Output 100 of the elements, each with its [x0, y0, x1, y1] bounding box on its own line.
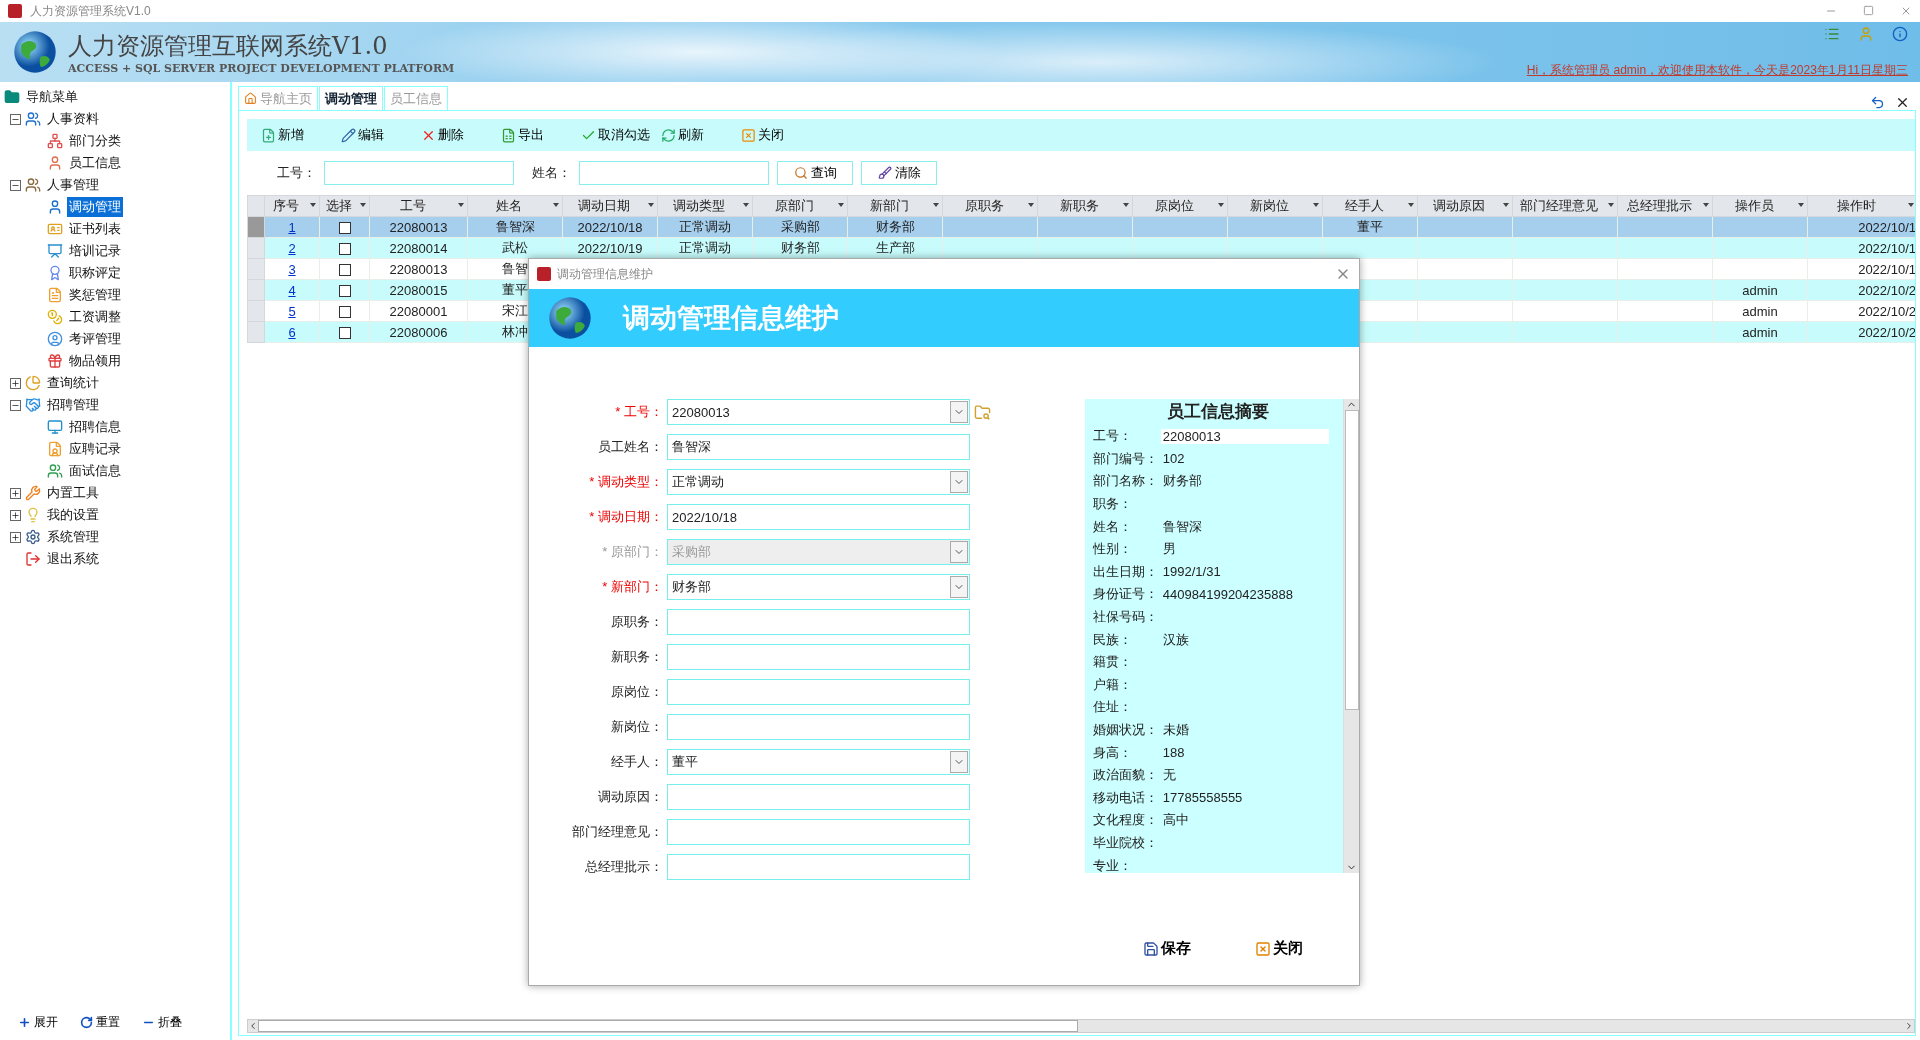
tree-item[interactable]: 证书列表: [67, 219, 123, 239]
column-header[interactable]: 调动原因: [1417, 195, 1513, 217]
scroll-right-icon[interactable]: [1904, 1021, 1914, 1031]
tree-item[interactable]: 我的设置: [45, 505, 101, 525]
close-icon[interactable]: [1895, 95, 1910, 110]
toolbar-button[interactable]: 取消勾选: [581, 126, 661, 144]
row-header[interactable]: [247, 321, 265, 343]
column-header[interactable]: 原部门: [752, 195, 848, 217]
input-field[interactable]: [667, 819, 970, 845]
tree-item[interactable]: 奖惩管理: [67, 285, 123, 305]
restore-icon[interactable]: [1863, 5, 1874, 16]
column-header[interactable]: 新岗位: [1227, 195, 1323, 217]
vertical-scrollbar[interactable]: [1343, 399, 1359, 873]
row-header[interactable]: [247, 300, 265, 322]
tree-item[interactable]: 系统管理: [45, 527, 101, 547]
checkbox[interactable]: [338, 243, 351, 256]
dialog-button[interactable]: 关闭: [1249, 938, 1309, 959]
tree-item[interactable]: 人事管理: [45, 175, 101, 195]
footer-button[interactable]: 展开: [18, 1013, 58, 1031]
column-header[interactable]: 新职务: [1037, 195, 1133, 217]
user-icon[interactable]: [1858, 26, 1874, 42]
expand-icon[interactable]: [10, 509, 21, 521]
checkbox[interactable]: [338, 285, 351, 298]
undo-icon[interactable]: [1870, 95, 1885, 110]
checkbox[interactable]: [338, 222, 351, 235]
input-field[interactable]: [667, 644, 970, 670]
row-header[interactable]: [247, 237, 265, 259]
scroll-left-icon[interactable]: [248, 1021, 258, 1031]
column-header[interactable]: 操作员: [1712, 195, 1808, 217]
toolbar-button[interactable]: 刷新: [661, 126, 741, 144]
search-button[interactable]: 查询: [777, 161, 853, 185]
dropdown-icon[interactable]: [950, 471, 968, 493]
input-field[interactable]: 2022/10/18: [667, 504, 970, 530]
tree-item[interactable]: 应聘记录: [67, 439, 123, 459]
dialog-button[interactable]: 保存: [1137, 938, 1197, 959]
search-field[interactable]: [324, 161, 514, 185]
folder-search-icon[interactable]: [974, 403, 991, 421]
tree-item[interactable]: 内置工具: [45, 483, 101, 503]
info-icon[interactable]: [1892, 26, 1908, 42]
input-field[interactable]: 鲁智深: [667, 434, 970, 460]
tree-item[interactable]: 招聘管理: [45, 395, 101, 415]
input-field[interactable]: [667, 784, 970, 810]
horizontal-scrollbar[interactable]: [247, 1019, 1915, 1033]
toolbar-button[interactable]: 关闭: [741, 126, 821, 144]
column-header[interactable]: 姓名: [467, 195, 563, 217]
collapse-icon[interactable]: [10, 179, 21, 191]
tree-item[interactable]: 查询统计: [45, 373, 101, 393]
expand-icon[interactable]: [10, 487, 21, 499]
row-number-link[interactable]: 1: [288, 219, 296, 235]
tree-item[interactable]: 考评管理: [67, 329, 123, 349]
column-header[interactable]: 序号: [264, 195, 320, 217]
tree-item[interactable]: 招聘信息: [67, 417, 123, 437]
dropdown-icon[interactable]: [950, 751, 968, 773]
row-header[interactable]: [247, 216, 265, 238]
dropdown-icon[interactable]: [950, 401, 968, 423]
list-icon[interactable]: [1824, 26, 1840, 42]
tree-item[interactable]: 调动管理: [67, 197, 123, 217]
column-header[interactable]: 部门经理意见: [1512, 195, 1618, 217]
combo-box[interactable]: 正常调动: [667, 469, 970, 495]
column-header[interactable]: 原岗位: [1132, 195, 1228, 217]
column-header[interactable]: 经手人: [1322, 195, 1418, 217]
tree-item[interactable]: 部门分类: [67, 131, 123, 151]
toolbar-button[interactable]: 编辑: [341, 126, 421, 144]
column-header[interactable]: 调动类型: [657, 195, 753, 217]
combo-box[interactable]: 22080013: [667, 399, 970, 425]
tree-item[interactable]: 面试信息: [67, 461, 123, 481]
checkbox[interactable]: [338, 327, 351, 340]
dropdown-icon[interactable]: [950, 576, 968, 598]
footer-button[interactable]: 折叠: [142, 1013, 182, 1031]
tree-item[interactable]: 物品领用: [67, 351, 123, 371]
search-button[interactable]: 清除: [861, 161, 937, 185]
column-header[interactable]: 新部门: [847, 195, 943, 217]
combo-box[interactable]: 财务部: [667, 574, 970, 600]
checkbox[interactable]: [338, 264, 351, 277]
expand-icon[interactable]: [10, 531, 21, 543]
input-field[interactable]: [667, 609, 970, 635]
tree-item[interactable]: 人事资料: [45, 109, 101, 129]
row-number-link[interactable]: 3: [288, 261, 296, 277]
tree-item[interactable]: 员工信息: [67, 153, 123, 173]
collapse-icon[interactable]: [10, 113, 21, 125]
tree-item[interactable]: 工资调整: [67, 307, 123, 327]
tree-item[interactable]: 退出系统: [45, 549, 101, 569]
toolbar-button[interactable]: 删除: [421, 126, 501, 144]
toolbar-button[interactable]: 新增: [261, 126, 341, 144]
row-number-link[interactable]: 4: [288, 282, 296, 298]
tree-item[interactable]: 培训记录: [67, 241, 123, 261]
column-header[interactable]: 工号: [369, 195, 468, 217]
column-header[interactable]: 选择: [319, 195, 370, 217]
input-field[interactable]: [667, 854, 970, 880]
toolbar-button[interactable]: 导出: [501, 126, 581, 144]
row-header[interactable]: [247, 258, 265, 280]
column-header[interactable]: 总经理批示: [1617, 195, 1713, 217]
combo-box[interactable]: 董平: [667, 749, 970, 775]
column-header[interactable]: 调动日期: [562, 195, 658, 217]
row-header[interactable]: [247, 279, 265, 301]
tab[interactable]: 调动管理: [319, 86, 383, 110]
collapse-icon[interactable]: [10, 399, 21, 411]
search-field[interactable]: [579, 161, 769, 185]
row-number-link[interactable]: 5: [288, 303, 296, 319]
column-header[interactable]: 原职务: [942, 195, 1038, 217]
